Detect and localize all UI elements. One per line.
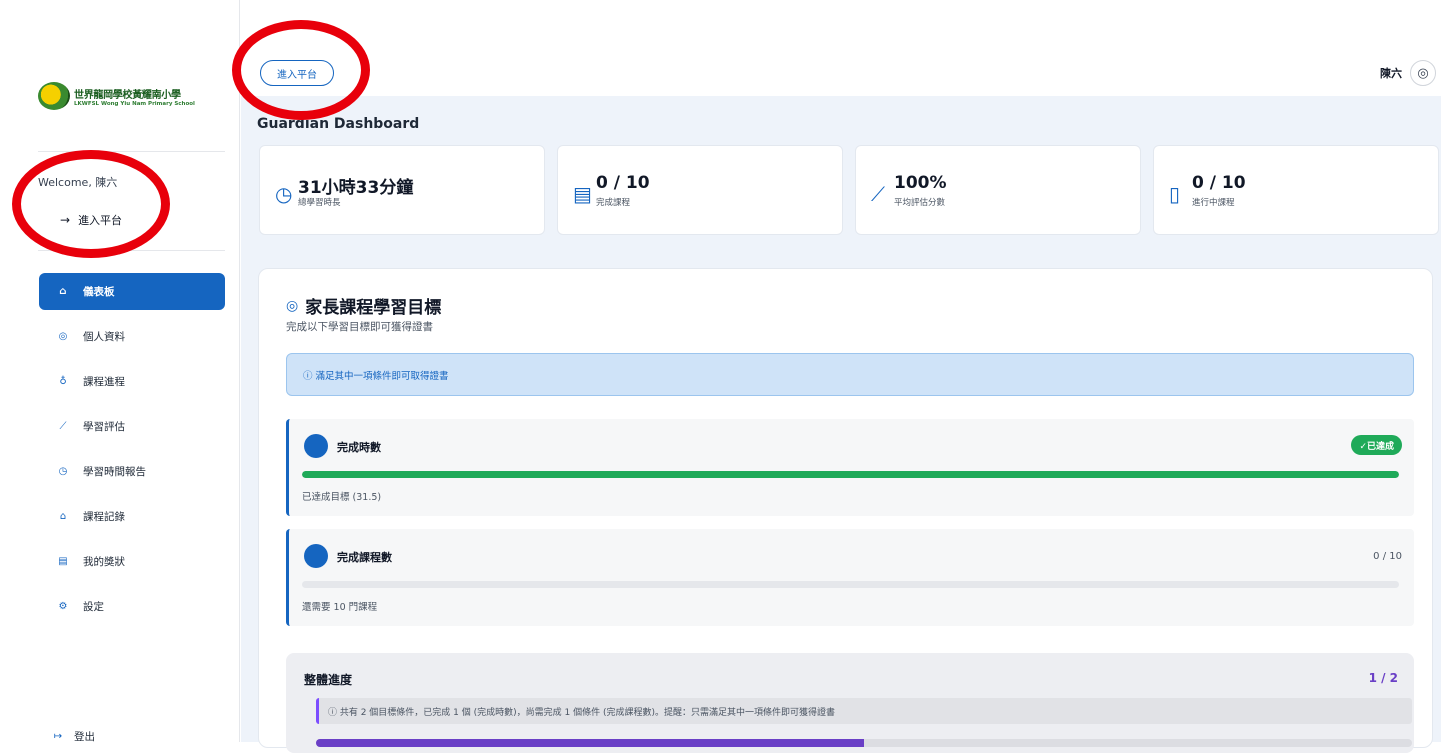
sidebar-item-profile[interactable]: ◎ 個人資料 [39, 318, 225, 355]
overall-progress-fill [316, 739, 864, 747]
certificate-icon: ▤ [58, 556, 68, 567]
sidebar-item-assessment[interactable]: ⟋ 學習評估 [39, 408, 225, 445]
stat-value: 0 / 10 [596, 173, 650, 193]
overall-progress-card: 整體進度 1 / 2 ⓘ 共有 2 個目標條件，已完成 1 個 (完成時數)，尚… [286, 653, 1414, 753]
stat-label: 平均評估分數 [894, 198, 946, 208]
line-chart-icon: ⟋ [871, 182, 885, 206]
user-menu[interactable]: 陳六 ◎ [1380, 60, 1436, 86]
condition-card-courses: 完成課程數 0 / 10 還需要 10 門課程 [286, 529, 1414, 626]
sidebar-item-label: 課程進程 [83, 376, 125, 388]
condition-card-hours: 完成時數 ✓已達成 已達成目標 (31.5) [286, 419, 1414, 516]
sidebar-item-certificates[interactable]: ▤ 我的獎狀 [39, 543, 225, 580]
stat-card-average-score: ⟋ 100% 平均評估分數 [855, 145, 1141, 235]
school-logo[interactable]: 世界龍岡學校黃耀南小學 LKWFSL Wong Yiu Nam Primary … [38, 82, 195, 110]
school-name-en: LKWFSL Wong Yiu Nam Primary School [74, 100, 195, 107]
sidebar-nav: ⌂ 儀表板 ◎ 個人資料 ♁ 課程進程 ⟋ 學習評估 ◷ 學習時間報告 ⌂ 課程… [39, 273, 225, 633]
condition-note: 已達成目標 (31.5) [302, 492, 382, 503]
condition-progress-bar [302, 471, 1399, 478]
sidebar: 世界龍岡學校黃耀南小學 LKWFSL Wong Yiu Nam Primary … [0, 0, 240, 743]
home-icon: ⌂ [59, 286, 67, 297]
stat-card-study-time: ◷ 31小時33分鐘 總學習時長 [259, 145, 545, 235]
user-name: 陳六 [1380, 67, 1402, 80]
sidebar-item-label: 我的獎狀 [83, 556, 125, 568]
stat-label: 進行中課程 [1192, 198, 1235, 208]
stat-value: 0 / 10 [1192, 173, 1246, 193]
target-icon: ◎ [286, 297, 299, 314]
clock-icon: ◷ [275, 182, 293, 206]
stat-card-in-progress-courses: ▯ 0 / 10 進行中課程 [1153, 145, 1439, 235]
medal-icon: ♁ [59, 376, 67, 387]
overall-progress-message: ⓘ 共有 2 個目標條件，已完成 1 個 (完成時數)，尚需完成 1 個條件 (… [316, 698, 1412, 724]
overall-progress-bar [316, 739, 1412, 747]
sidebar-item-course-progress[interactable]: ♁ 課程進程 [39, 363, 225, 400]
sidebar-item-label: 個人資料 [83, 331, 125, 343]
condition-note: 還需要 10 門課程 [302, 602, 378, 613]
user-circle-icon[interactable]: ◎ [1410, 60, 1436, 86]
condition-progress-bar [302, 581, 1399, 588]
condition-progress-fill [302, 471, 1399, 478]
user-circle-icon: ◎ [58, 331, 68, 342]
sidebar-item-label: 課程記錄 [83, 511, 125, 523]
condition-count: 0 / 10 [1373, 551, 1402, 562]
overall-progress-title: 整體進度 [304, 673, 353, 687]
sidebar-item-label: 學習時間報告 [83, 466, 146, 478]
stat-value: 31小時33分鐘 [298, 178, 414, 198]
school-emblem-icon [38, 82, 70, 110]
highlight-ring [12, 150, 170, 258]
stat-label: 總學習時長 [298, 198, 341, 208]
sidebar-item-time-report[interactable]: ◷ 學習時間報告 [39, 453, 225, 490]
sidebar-item-label: 儀表板 [83, 286, 115, 298]
goals-notice: ⓘ 滿足其中一項條件即可取得證書 [286, 353, 1414, 396]
condition-indicator-icon [304, 434, 328, 458]
line-chart-icon: ⟋ [59, 421, 67, 432]
achieved-badge: ✓已達成 [1351, 435, 1402, 455]
certificate-icon: ▤ [573, 182, 592, 206]
sidebar-item-label: 學習評估 [83, 421, 125, 433]
page-title: Guardian Dashboard [257, 116, 420, 132]
book-icon: ▯ [1169, 182, 1181, 206]
condition-name: 完成課程數 [337, 551, 392, 564]
graduation-cap-icon: ⌂ [59, 511, 67, 522]
goals-heading: ◎ 家長課程學習目標 [286, 293, 442, 319]
condition-name: 完成時數 [337, 441, 381, 454]
logout-icon: ↦ [53, 731, 63, 742]
condition-indicator-icon [304, 544, 328, 568]
stat-card-completed-courses: ▤ 0 / 10 完成課程 [557, 145, 843, 235]
gear-icon: ⚙ [58, 601, 68, 612]
sidebar-item-course-records[interactable]: ⌂ 課程記錄 [39, 498, 225, 535]
overall-progress-fraction: 1 / 2 [1368, 671, 1398, 685]
sidebar-item-settings[interactable]: ⚙ 設定 [39, 588, 225, 625]
school-name-zh: 世界龍岡學校黃耀南小學 [74, 89, 181, 101]
goals-title: 家長課程學習目標 [305, 298, 442, 318]
main-content: Guardian Dashboard ◷ 31小時33分鐘 總學習時長 ▤ 0 … [241, 96, 1441, 753]
sidebar-item-dashboard[interactable]: ⌂ 儀表板 [39, 273, 225, 310]
learning-goals-panel: ◎ 家長課程學習目標 完成以下學習目標即可獲得證書 ⓘ 滿足其中一項條件即可取得… [258, 268, 1433, 753]
highlight-ring [232, 20, 370, 120]
sidebar-item-label: 設定 [83, 601, 104, 613]
stat-label: 完成課程 [596, 198, 631, 208]
clock-icon: ◷ [58, 466, 68, 477]
top-bar: 進入平台 陳六 ◎ [241, 0, 1441, 96]
stat-value: 100% [894, 173, 947, 193]
goals-subtitle: 完成以下學習目標即可獲得證書 [286, 321, 433, 333]
